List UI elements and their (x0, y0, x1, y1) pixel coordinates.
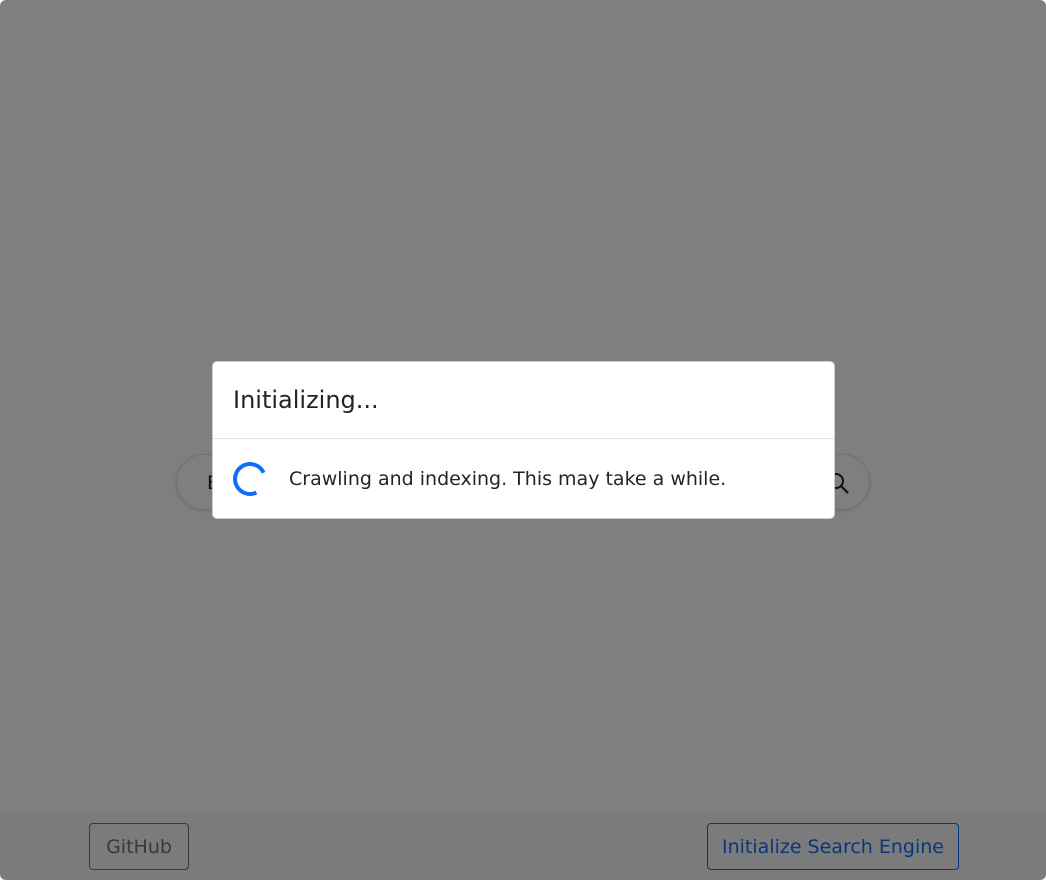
loading-spinner-icon (228, 457, 272, 501)
modal-message: Crawling and indexing. This may take a w… (289, 468, 727, 490)
modal-body: Crawling and indexing. This may take a w… (213, 439, 834, 518)
initializing-modal: Initializing... Crawling and indexing. T… (212, 361, 835, 519)
modal-header: Initializing... (213, 362, 834, 439)
app-window: GitHub Initialize Search Engine Initiali… (0, 0, 1046, 880)
modal-title: Initializing... (233, 386, 379, 414)
